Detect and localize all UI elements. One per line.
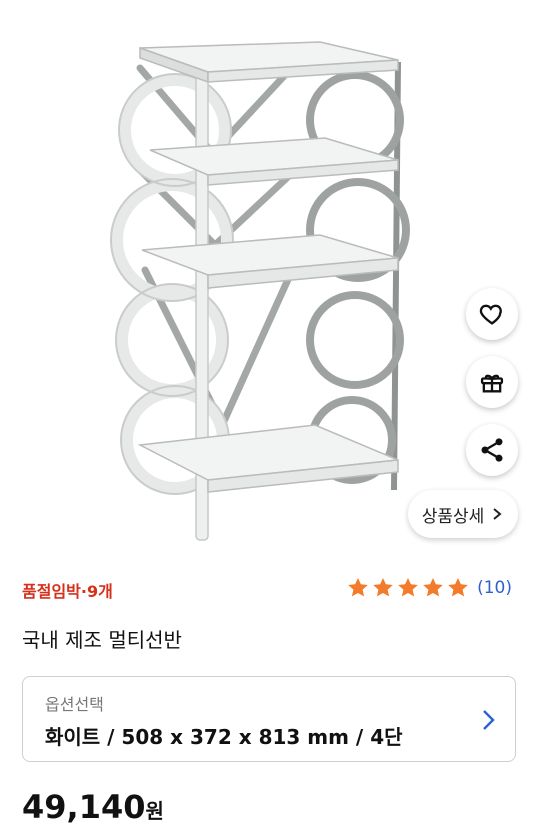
star-icon	[423, 578, 443, 597]
share-icon	[481, 438, 503, 462]
stock-badge: 품절임박·9개	[22, 582, 113, 601]
share-button[interactable]	[466, 424, 518, 476]
review-count[interactable]: (10)	[477, 578, 512, 598]
star-icon	[448, 578, 468, 597]
product-image-area: 상품상세	[0, 0, 540, 560]
option-label: 옵션선택	[45, 695, 104, 714]
product-detail-button[interactable]: 상품상세	[408, 490, 518, 538]
product-image	[110, 41, 410, 541]
product-title: 국내 제조 멀티선반	[22, 628, 182, 652]
chevron-right-icon	[483, 710, 495, 730]
price: 49,140원	[22, 788, 164, 826]
wishlist-button[interactable]	[466, 288, 518, 340]
heart-icon	[479, 304, 502, 325]
price-unit: 원	[145, 799, 164, 823]
gift-button[interactable]	[466, 356, 518, 408]
option-value: 화이트 / 508 x 372 x 813 mm / 4단	[45, 725, 403, 749]
star-icon	[373, 578, 393, 597]
option-selector[interactable]: 옵션선택 화이트 / 508 x 372 x 813 mm / 4단	[22, 676, 516, 762]
gift-icon	[480, 374, 504, 393]
price-amount: 49,140	[22, 788, 146, 826]
star-icon	[398, 578, 418, 597]
product-detail-label: 상품상세	[421, 506, 485, 527]
rating[interactable]: (10)	[346, 576, 512, 600]
star-icon	[348, 578, 368, 597]
chevron-right-icon	[493, 508, 502, 520]
